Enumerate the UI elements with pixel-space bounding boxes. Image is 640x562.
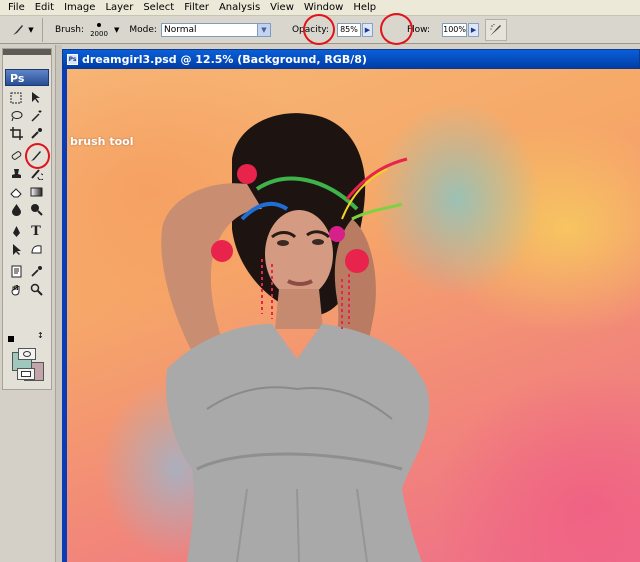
- brush-icon: [13, 24, 24, 35]
- default-colors-icon[interactable]: [8, 336, 14, 342]
- opacity-field[interactable]: 85%: [336, 22, 361, 37]
- photoshop-window: File Edit Image Layer Select Filter Anal…: [0, 0, 640, 562]
- chevron-down-icon: ▼: [28, 25, 34, 34]
- eyedropper-tool-icon[interactable]: [27, 125, 45, 142]
- canvas[interactable]: brush tool: [67, 69, 640, 562]
- move-tool-icon[interactable]: [27, 89, 45, 106]
- menu-image[interactable]: Image: [59, 1, 100, 15]
- menu-layer[interactable]: Layer: [100, 1, 138, 15]
- shape-tool-icon[interactable]: [27, 241, 45, 258]
- canvas-frame: brush tool: [62, 69, 640, 562]
- opacity-highlight-circle: [303, 14, 335, 45]
- brush-dropdown-arrow[interactable]: ▼: [114, 26, 119, 34]
- menu-filter[interactable]: Filter: [179, 1, 214, 15]
- clone-stamp-tool-icon[interactable]: [7, 165, 25, 182]
- hand-tool-icon[interactable]: [7, 281, 25, 298]
- toolbox: Ps T ↕: [2, 48, 52, 390]
- airbrush-icon: [490, 23, 502, 36]
- canvas-annotation-label: brush tool: [70, 135, 134, 148]
- flow-field[interactable]: 100%: [442, 22, 468, 37]
- quick-mask-button[interactable]: [18, 348, 36, 360]
- brush-tip-preview: [97, 23, 102, 27]
- menu-analysis[interactable]: Analysis: [214, 1, 265, 15]
- path-selection-tool-icon[interactable]: [7, 241, 25, 258]
- menu-select[interactable]: Select: [138, 1, 179, 15]
- chevron-down-icon: ▼: [256, 23, 270, 36]
- menu-help[interactable]: Help: [348, 1, 381, 15]
- mode-select[interactable]: Normal ▼: [160, 22, 271, 37]
- menu-edit[interactable]: Edit: [30, 1, 59, 15]
- zoom-tool-icon[interactable]: [27, 281, 45, 298]
- flow-slider-button[interactable]: ▶: [468, 22, 480, 37]
- brush-size-value: 2000: [90, 30, 108, 38]
- dodge-tool-icon[interactable]: [27, 201, 45, 218]
- ps-logo: Ps: [5, 69, 49, 86]
- brush-preset-picker[interactable]: 2000: [87, 21, 111, 38]
- crop-tool-icon[interactable]: [7, 125, 25, 142]
- ps-document-icon: Ps: [67, 53, 78, 65]
- airbrush-toggle[interactable]: [485, 18, 508, 41]
- flow-highlight-circle: [380, 13, 413, 45]
- screen-mode-button[interactable]: [17, 368, 35, 380]
- brush-label: Brush:: [55, 24, 85, 35]
- rectangular-marquee-tool-icon[interactable]: [7, 89, 25, 106]
- pen-tool-icon[interactable]: [7, 223, 25, 240]
- magic-wand-tool-icon[interactable]: [27, 107, 45, 124]
- healing-brush-tool-icon[interactable]: [7, 147, 25, 164]
- menu-view[interactable]: View: [265, 1, 299, 15]
- mode-label: Mode:: [129, 24, 157, 35]
- type-tool-icon[interactable]: T: [27, 223, 45, 240]
- gradient-tool-icon[interactable]: [27, 183, 45, 200]
- notes-tool-icon[interactable]: [7, 263, 25, 280]
- document-title: dreamgirl3.psd @ 12.5% (Background, RGB/…: [82, 52, 367, 66]
- document-title-bar[interactable]: Ps dreamgirl3.psd @ 12.5% (Background, R…: [62, 49, 640, 69]
- eyedropper-tool-2-icon[interactable]: [27, 263, 45, 280]
- menu-window[interactable]: Window: [299, 1, 348, 15]
- document-window: Ps dreamgirl3.psd @ 12.5% (Background, R…: [62, 45, 640, 562]
- blur-tool-icon[interactable]: [7, 201, 25, 218]
- menu-file[interactable]: File: [3, 1, 30, 15]
- opacity-slider-button[interactable]: ▶: [361, 22, 373, 37]
- model-photo: [161, 113, 430, 562]
- mode-value: Normal: [163, 24, 197, 35]
- swap-colors-icon[interactable]: ↕: [37, 331, 44, 340]
- tool-preset-picker[interactable]: ▼: [3, 17, 43, 42]
- lasso-tool-icon[interactable]: [7, 107, 25, 124]
- history-brush-tool-icon[interactable]: [27, 165, 45, 182]
- eraser-tool-icon[interactable]: [7, 183, 25, 200]
- toolbox-title-bar[interactable]: [3, 49, 51, 55]
